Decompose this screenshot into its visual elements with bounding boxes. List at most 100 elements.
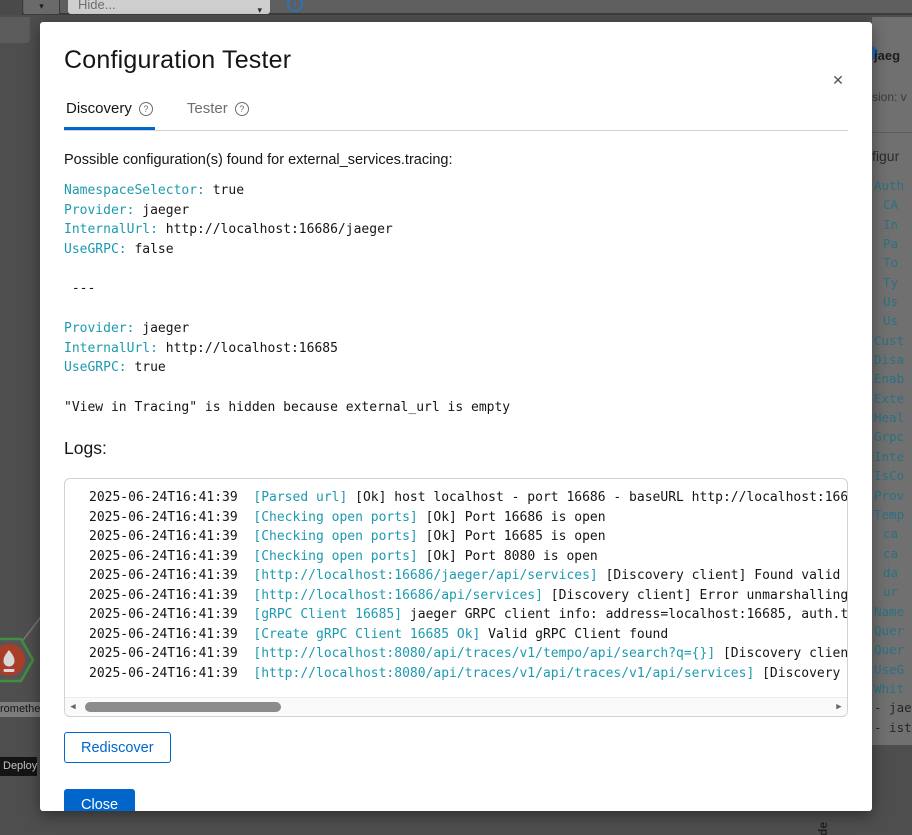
yaml-fragment: ur (874, 582, 912, 601)
yaml-fragment: CA (874, 195, 912, 214)
chevron-down-icon: ▾ (24, 0, 60, 14)
yaml-fragment: Us (874, 292, 912, 311)
yaml-key: Provider: (64, 203, 134, 218)
config-line: UseGRPC: false (64, 240, 848, 260)
logs-heading: Logs: (64, 438, 848, 459)
yaml-fragment: ca (874, 524, 912, 543)
yaml-fragment: Ty (874, 273, 912, 292)
config-line: UseGRPC: true (64, 358, 848, 378)
tab-discovery[interactable]: Discovery ? (64, 100, 155, 130)
kiali-config-panel: jaeg sion: v figur AuthCAInPaToTyUsUsCus… (872, 17, 912, 745)
scroll-left-icon[interactable]: ◀ (65, 698, 81, 716)
yaml-fragment: Heal (874, 408, 912, 427)
log-line: 2025-06-24T16:41:39 [http://localhost:80… (89, 644, 847, 664)
yaml-fragment: IsCo (874, 466, 912, 485)
vertical-panel-label: de (816, 812, 836, 835)
tab-tester[interactable]: Tester ? (185, 100, 251, 130)
config-line: --- (64, 279, 848, 299)
log-tag: [http://localhost:16686/jaeger/api/servi… (253, 568, 597, 583)
config-block: NamespaceSelector: trueProvider: jaegerI… (64, 181, 848, 417)
yaml-fragment: Disa (874, 350, 912, 369)
logs-box: 2025-06-24T16:41:39 [Parsed url] [Ok] ho… (64, 478, 848, 717)
divider (872, 132, 912, 133)
config-line: NamespaceSelector: true (64, 181, 848, 201)
yaml-fragment: - jae (874, 698, 912, 717)
config-line (64, 378, 848, 398)
yaml-fragment: Us (874, 311, 912, 330)
info-icon: i (287, 0, 303, 12)
log-tag: [Checking open ports] (253, 549, 417, 564)
yaml-fragment: da (874, 563, 912, 582)
yaml-key: InternalUrl: (64, 222, 158, 237)
configuration-tester-modal: Configuration Tester ✕ Discovery ? Teste… (40, 22, 872, 811)
log-line: 2025-06-24T16:41:39 [Checking open ports… (89, 527, 847, 547)
yaml-fragment: Prov (874, 486, 912, 505)
yaml-fragment: To (874, 253, 912, 272)
log-line: 2025-06-24T16:41:39 [Create gRPC Client … (89, 625, 847, 645)
yaml-fragment: Name (874, 602, 912, 621)
log-line: 2025-06-24T16:41:39 [Checking open ports… (89, 547, 847, 567)
chevron-down-icon: ▾ (257, 0, 262, 14)
tab-tester-label: Tester (187, 100, 228, 117)
log-tag: [http://localhost:16686/api/services] (253, 588, 543, 603)
horizontal-scrollbar[interactable]: ◀ ▶ (65, 697, 847, 716)
yaml-fragment: In (874, 215, 912, 234)
scrollbar-thumb[interactable] (85, 702, 281, 712)
config-line: Provider: jaeger (64, 319, 848, 339)
tab-discovery-label: Discovery (66, 100, 132, 117)
config-line (64, 299, 848, 319)
yaml-key: InternalUrl: (64, 341, 158, 356)
yaml-fragment: Quer (874, 621, 912, 640)
yaml-fragment: UseG (874, 660, 912, 679)
yaml-fragment: Exte (874, 389, 912, 408)
yaml-fragment-list: AuthCAInPaToTyUsUsCustDisaEnabExteHealGr… (874, 176, 912, 737)
node-label: rometheu (0, 702, 40, 717)
yaml-fragment: Grpc (874, 427, 912, 446)
log-tag: [http://localhost:8080/api/traces/v1/api… (253, 666, 754, 681)
yaml-fragment: Cust (874, 331, 912, 350)
yaml-fragment: Enab (874, 369, 912, 388)
log-line: 2025-06-24T16:41:39 [Parsed url] [Ok] ho… (89, 488, 847, 508)
config-line (64, 260, 848, 280)
yaml-fragment: Whit (874, 679, 912, 698)
yaml-fragment: - ist (874, 718, 912, 737)
yaml-fragment: Auth (874, 176, 912, 195)
yaml-fragment: ca (874, 544, 912, 563)
question-circle-icon[interactable]: ? (235, 102, 249, 116)
scroll-right-icon[interactable]: ▶ (831, 698, 847, 716)
graph-toolbar: ▾ Hide... ▾ i (0, 0, 912, 15)
config-line: "View in Tracing" is hidden because exte… (64, 398, 848, 418)
log-tag: [Checking open ports] (253, 510, 417, 525)
deployment-badge: Deployme (0, 757, 37, 776)
graph-panel-fragment (0, 17, 30, 43)
config-line: InternalUrl: http://localhost:16686/jaeg… (64, 220, 848, 240)
config-heading-fragment: figur (872, 148, 899, 164)
hide-dropdown-placeholder: Hide... (78, 0, 116, 12)
yaml-key: Provider: (64, 321, 134, 336)
config-line: InternalUrl: http://localhost:16685 (64, 339, 848, 359)
prometheus-node (0, 628, 39, 692)
yaml-key: UseGRPC: (64, 360, 127, 375)
log-line: 2025-06-24T16:41:39 [Checking open ports… (89, 508, 847, 528)
app-title-fragment: jaeg (874, 48, 900, 63)
log-tag: [Checking open ports] (253, 529, 417, 544)
yaml-fragment: Pa (874, 234, 912, 253)
intro-text: Possible configuration(s) found for exte… (64, 152, 848, 168)
close-button[interactable]: Close (64, 789, 135, 811)
modal-title: Configuration Tester (64, 46, 848, 75)
log-tag: [gRPC Client 16685] (253, 607, 402, 622)
version-fragment: sion: v (872, 90, 907, 104)
question-circle-icon[interactable]: ? (139, 102, 153, 116)
log-tag: [Parsed url] (253, 490, 347, 505)
rediscover-button[interactable]: Rediscover (64, 732, 171, 763)
yaml-fragment: Quer (874, 640, 912, 659)
yaml-fragment: Inte (874, 447, 912, 466)
toolbar-corner (0, 0, 23, 15)
tab-bar: Discovery ? Tester ? (64, 100, 848, 131)
yaml-key: NamespaceSelector: (64, 183, 205, 198)
yaml-fragment: Temp (874, 505, 912, 524)
log-tag: [Create gRPC Client 16685 Ok] (253, 627, 480, 642)
log-lines: 2025-06-24T16:41:39 [Parsed url] [Ok] ho… (89, 488, 847, 683)
log-tag: [http://localhost:8080/api/traces/v1/tem… (253, 646, 715, 661)
close-icon[interactable]: ✕ (830, 72, 846, 88)
